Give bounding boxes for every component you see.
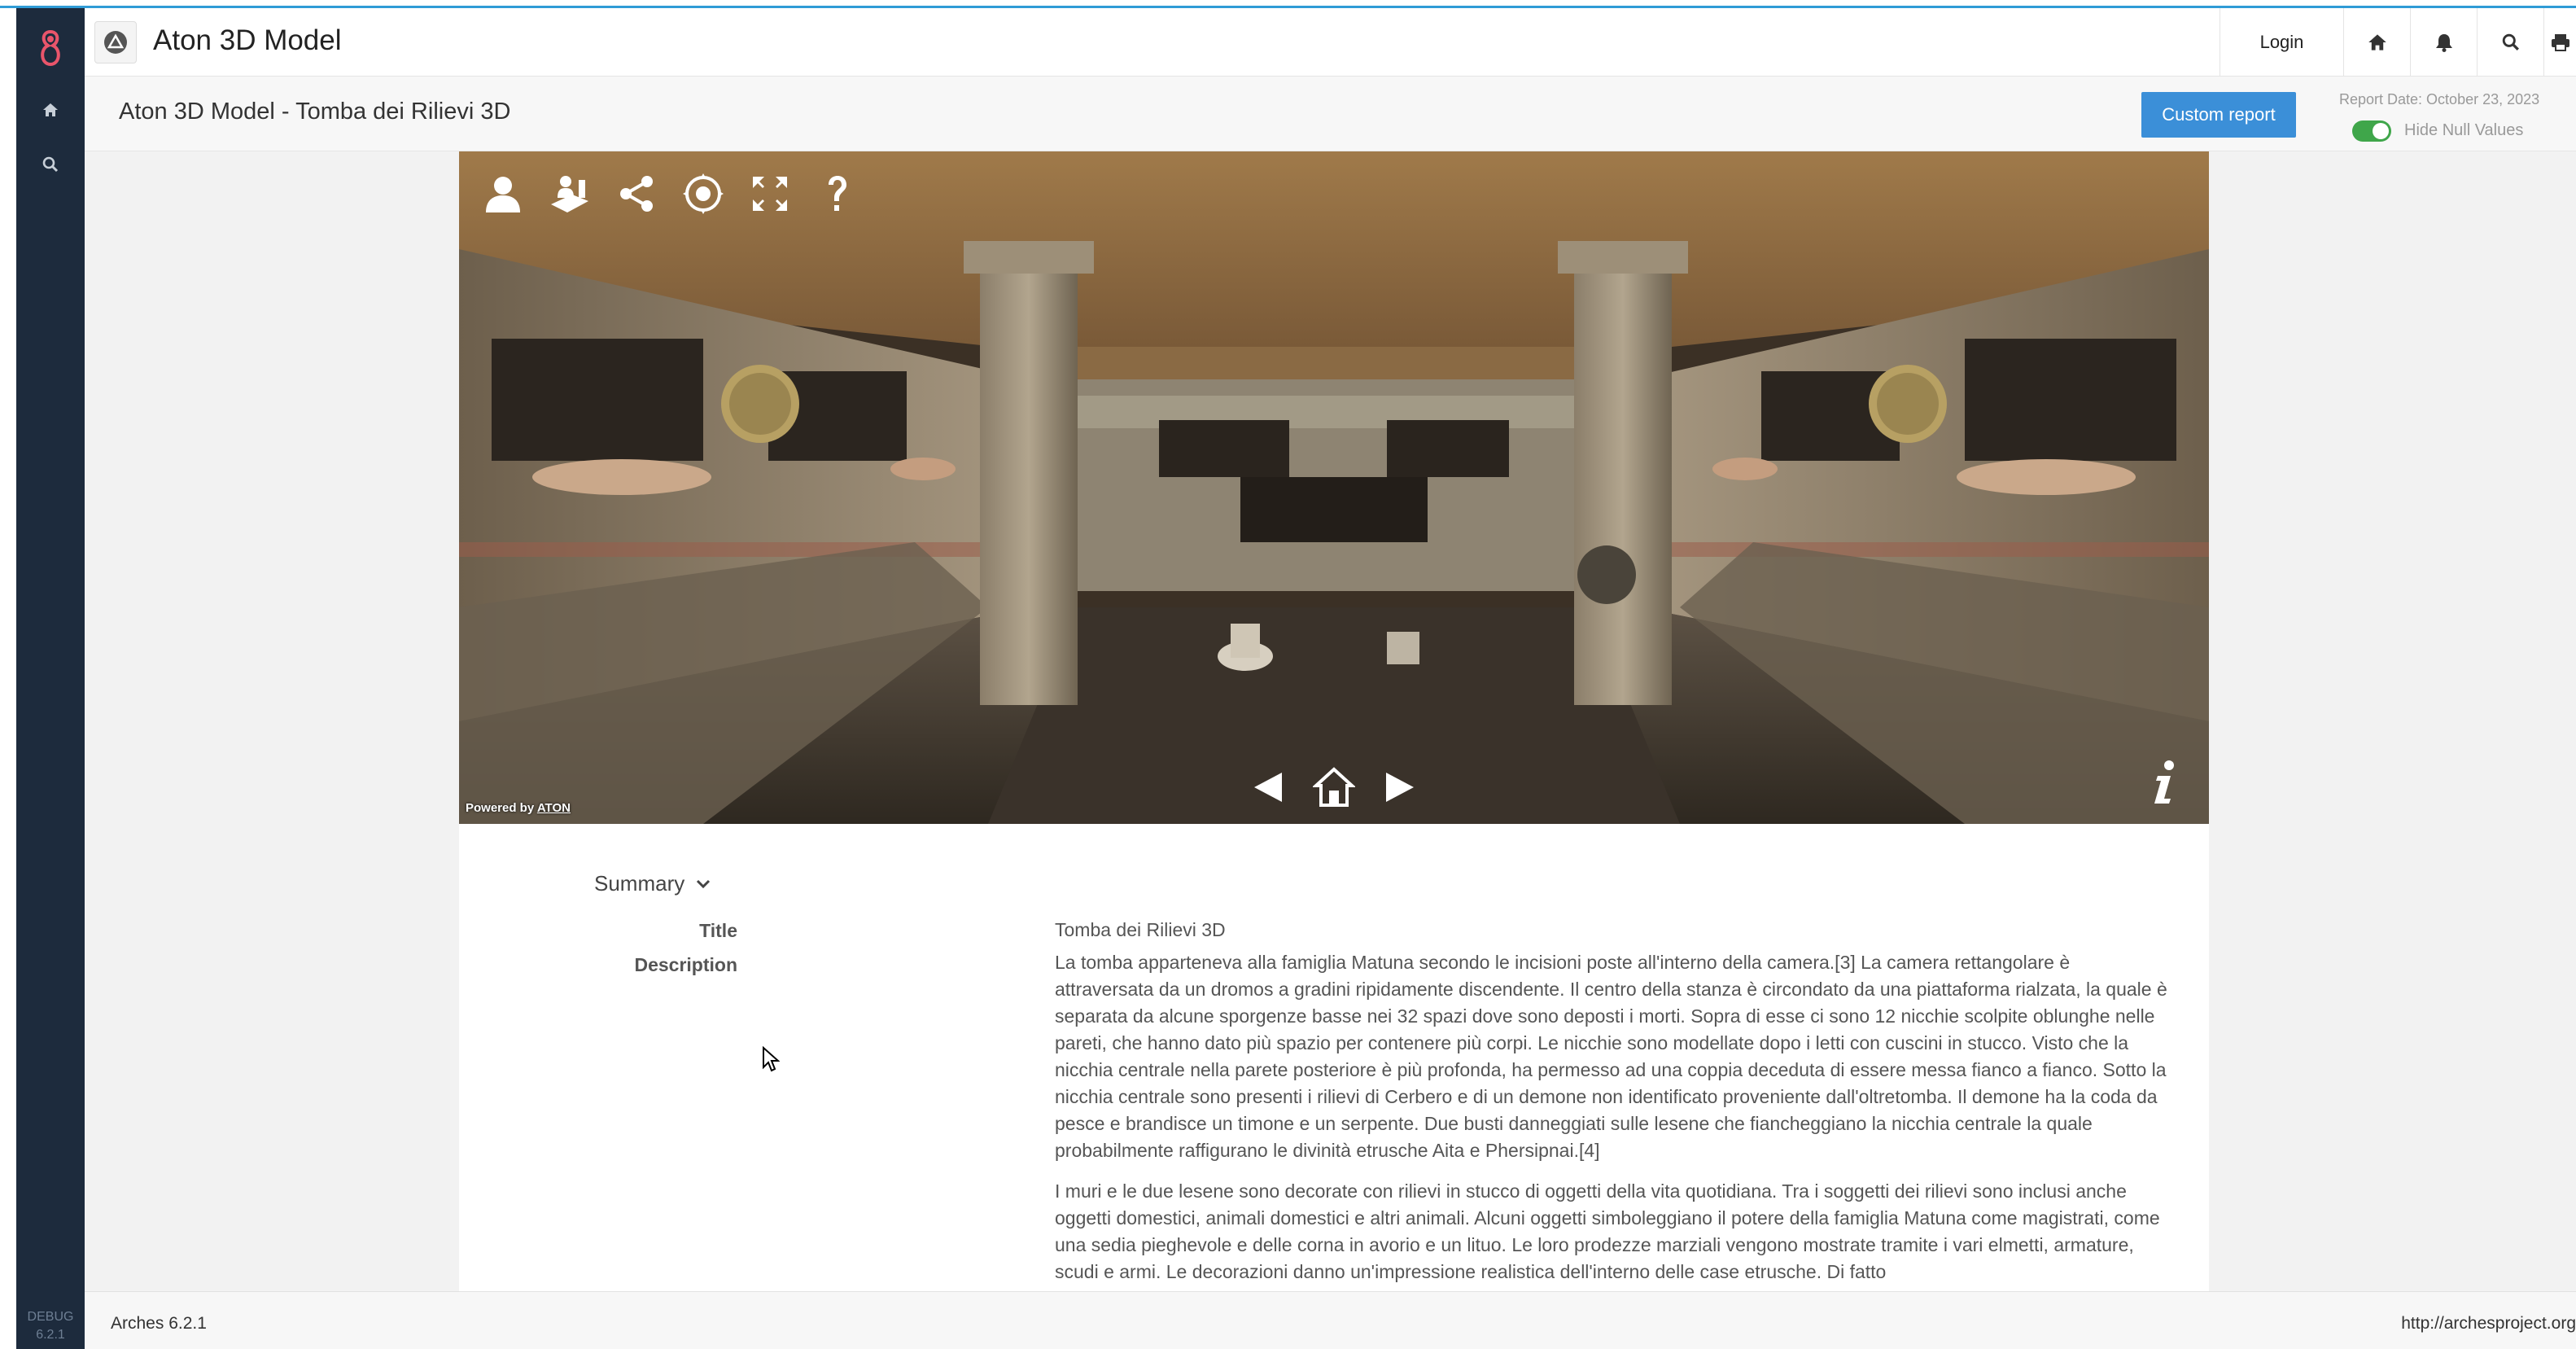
powered-by-aton: Powered by ATON	[466, 801, 571, 815]
page-title: Aton 3D Model - Tomba dei Rilievi 3D	[119, 99, 511, 125]
report-content: Powered by ATON Summary Title Tomba dei …	[85, 151, 2576, 1291]
sidebar: DEBUG 6.2.1	[16, 8, 85, 1349]
sidebar-home-button[interactable]	[16, 83, 85, 137]
report-card: Powered by ATON Summary Title Tomba dei …	[459, 151, 2209, 1291]
navigation-mode-button[interactable]	[671, 161, 736, 226]
top-header: Aton 3D Model Login	[85, 8, 2576, 77]
title-field-label: Title	[699, 920, 737, 941]
previous-arrow-icon	[1254, 773, 1282, 802]
user-icon	[486, 177, 520, 212]
description-paragraph: I muri e le due lesene sono decorate con…	[1055, 1180, 2160, 1282]
hide-null-values-label: Hide Null Values	[2404, 121, 2524, 139]
viewer-toolbar	[470, 161, 869, 226]
arches-project-link[interactable]: http://archesproject.org	[2401, 1314, 2576, 1334]
fullscreen-button[interactable]	[737, 161, 803, 226]
debug-indicator: DEBUG 6.2.1	[16, 1308, 85, 1349]
next-viewpoint-button[interactable]	[1369, 757, 1429, 817]
search-icon	[42, 156, 59, 173]
help-icon	[829, 176, 846, 211]
report-header: Aton 3D Model - Tomba dei Rilievi 3D Cus…	[85, 77, 2576, 151]
next-arrow-icon	[1386, 773, 1414, 802]
custom-report-button[interactable]: Custom report	[2141, 92, 2296, 138]
tomb-3d-scene[interactable]	[459, 151, 2209, 824]
home-icon	[43, 103, 58, 116]
user-button[interactable]	[470, 161, 536, 226]
info-icon	[2154, 760, 2174, 804]
description-paragraph: La tomba apparteneva alla famiglia Matun…	[1055, 952, 2167, 1161]
home-icon	[2368, 34, 2386, 50]
share-icon	[620, 176, 653, 212]
title-field-value: Tomba dei Rilievi 3D	[1055, 919, 1226, 940]
app-title: Aton 3D Model	[153, 24, 342, 56]
toggle-knob	[2373, 123, 2389, 139]
previous-viewpoint-button[interactable]	[1239, 757, 1299, 817]
aton-link[interactable]: ATON	[537, 801, 571, 815]
share-button[interactable]	[604, 161, 669, 226]
sidebar-search-button[interactable]	[16, 138, 85, 191]
report-date: Report Date: October 23, 2023	[2339, 91, 2540, 107]
notifications-button[interactable]	[2410, 8, 2477, 77]
resource-type-badge	[94, 21, 137, 64]
summary-label: Summary	[594, 871, 685, 896]
debug-version: 6.2.1	[36, 1328, 65, 1342]
model-type-icon	[104, 31, 127, 54]
info-button[interactable]	[2136, 754, 2193, 811]
scene-layers-icon	[551, 176, 588, 212]
debug-label: DEBUG	[27, 1310, 74, 1324]
arches-logo[interactable]	[16, 16, 85, 81]
hide-null-values-toggle[interactable]	[2352, 120, 2391, 142]
login-button[interactable]: Login	[2220, 8, 2343, 77]
chevron-down-icon	[697, 879, 711, 888]
description-field-value: La tomba apparteneva alla famiglia Matun…	[1055, 949, 2170, 1291]
description-field-label: Description	[634, 954, 737, 975]
search-icon	[2502, 33, 2519, 50]
print-icon	[2551, 34, 2569, 51]
search-button[interactable]	[2477, 8, 2543, 77]
print-button[interactable]	[2543, 8, 2576, 77]
powered-by-label: Powered by	[466, 801, 535, 815]
home-viewpoint-button[interactable]	[1304, 757, 1364, 817]
scene-layers-button[interactable]	[537, 161, 602, 226]
footer: Arches 6.2.1 http://archesproject.org	[85, 1291, 2576, 1349]
fullscreen-icon	[753, 177, 787, 211]
navigation-mode-icon	[683, 173, 724, 214]
aton-3d-viewer[interactable]: Powered by ATON	[459, 151, 2209, 824]
home-button[interactable]	[2343, 8, 2410, 77]
viewpoint-navigation	[1239, 757, 1429, 817]
arches-version: Arches 6.2.1	[111, 1314, 207, 1333]
mouse-cursor-icon	[763, 1046, 780, 1072]
home-view-icon	[1313, 767, 1355, 807]
help-button[interactable]	[804, 161, 869, 226]
summary-section-toggle[interactable]: Summary	[594, 871, 711, 896]
window-top-border	[0, 0, 2576, 8]
bell-icon	[2435, 34, 2452, 52]
